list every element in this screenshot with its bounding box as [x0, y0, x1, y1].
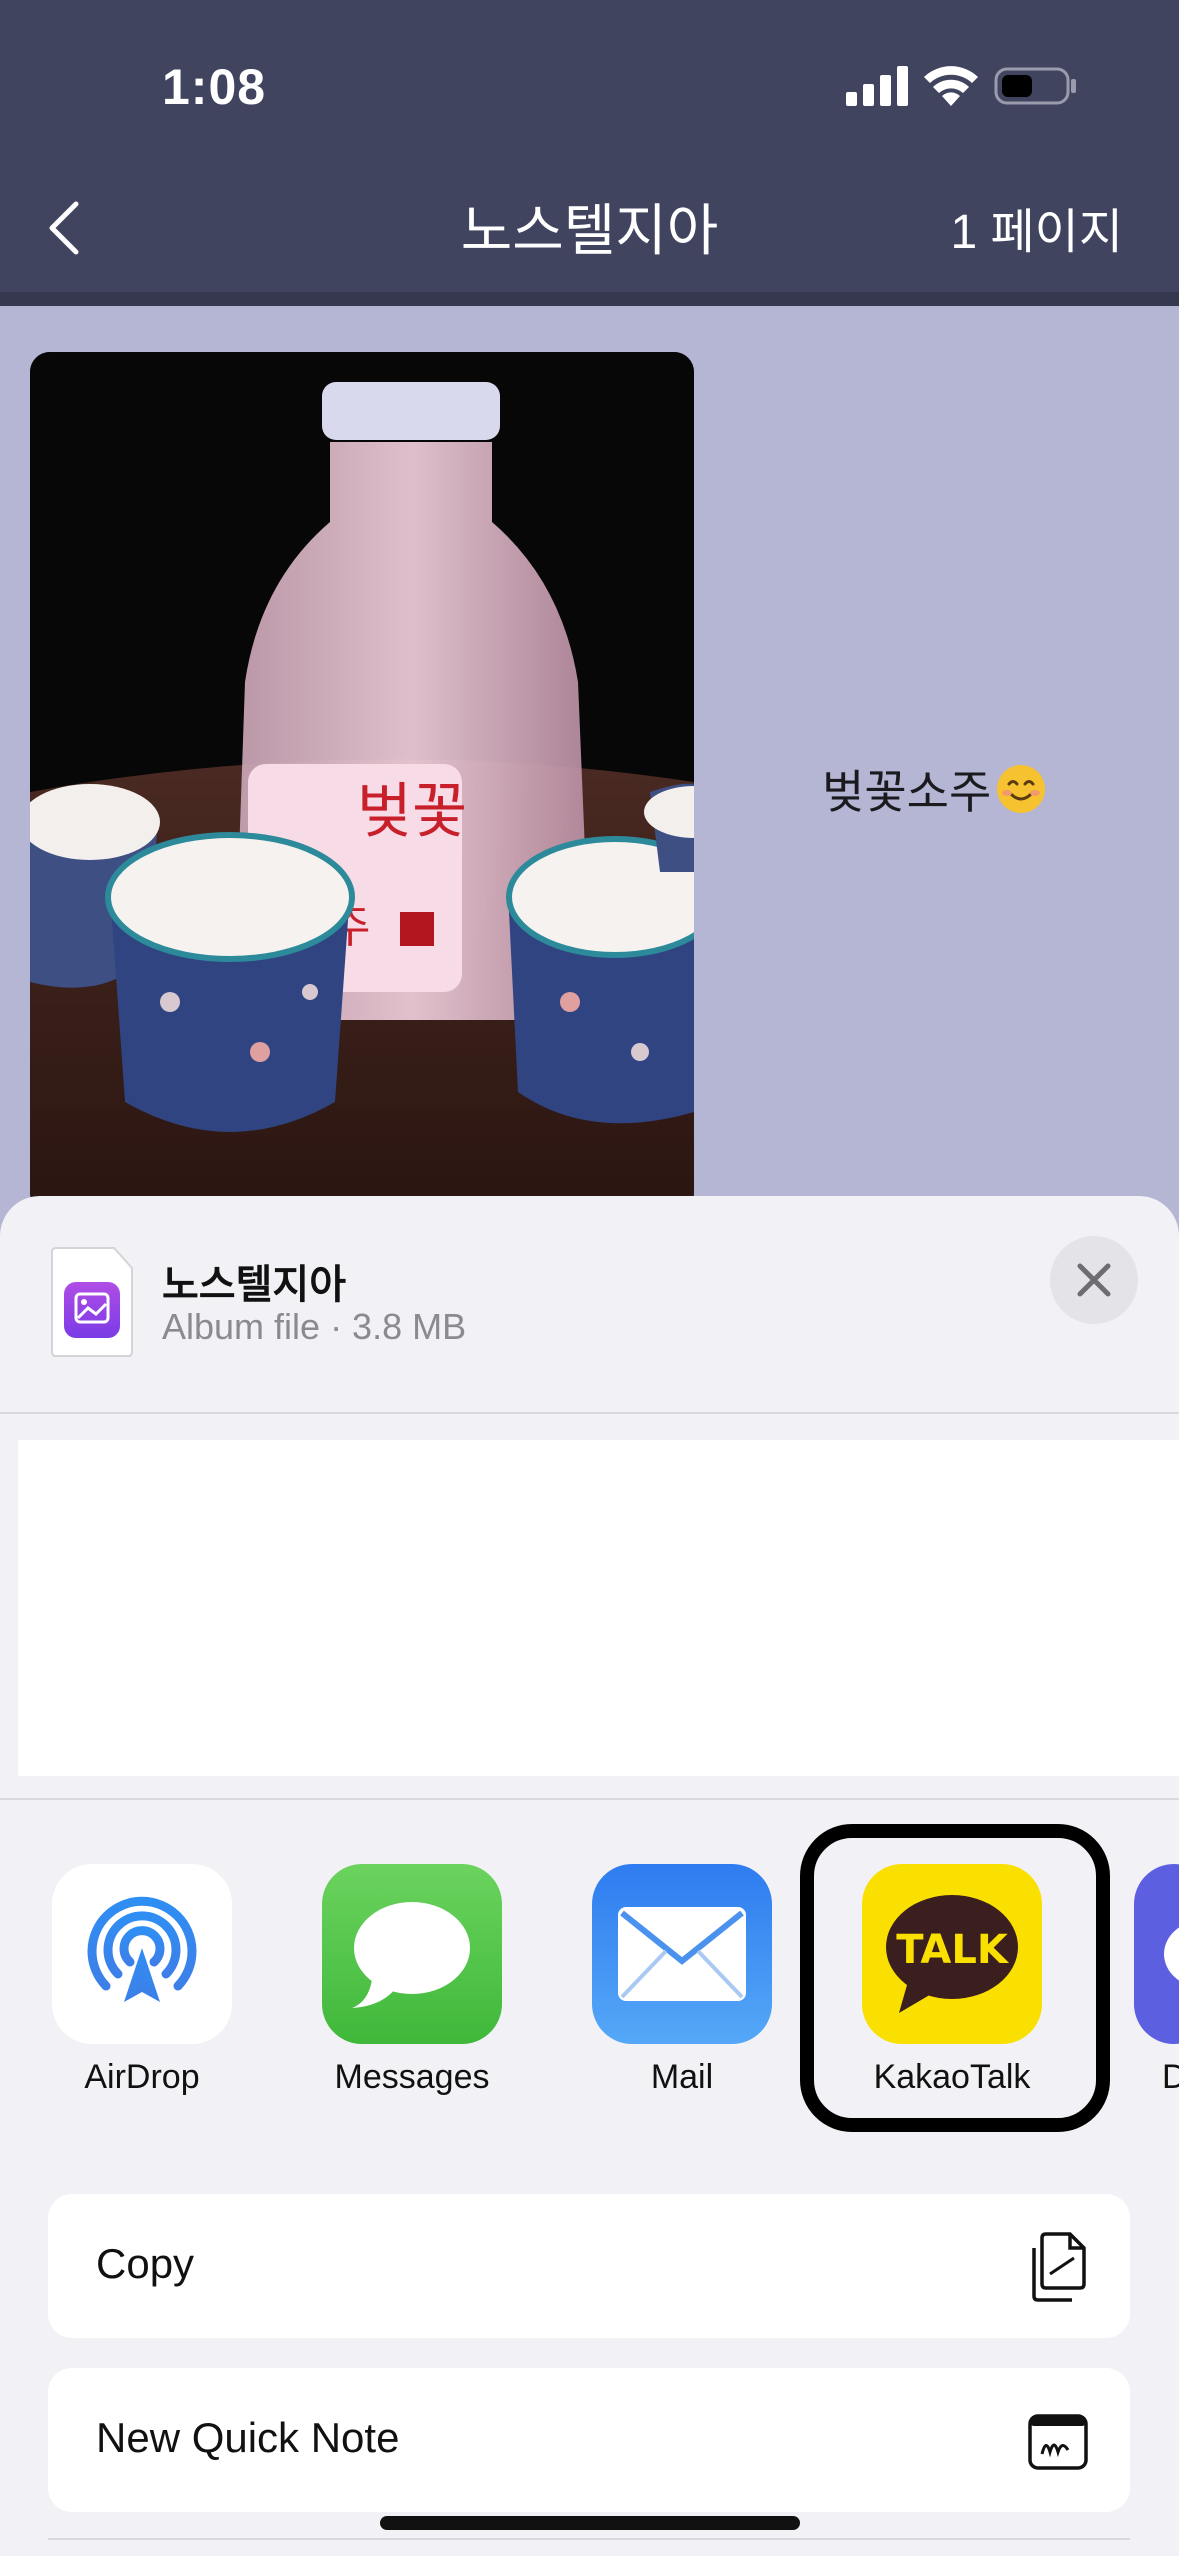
header-divider	[0, 1412, 1179, 1414]
cup-right	[506, 836, 694, 1124]
app-label: Messages	[334, 2058, 490, 2096]
mail-icon	[592, 1864, 772, 2044]
new-quick-note-action-row[interactable]: New Quick Note	[48, 2368, 1130, 2512]
close-icon	[1077, 1263, 1111, 1297]
page-indicator-button[interactable]: 1 페이지	[950, 192, 1123, 262]
wifi-icon	[924, 66, 978, 106]
copy-action-label: Copy	[96, 2240, 195, 2287]
cup-left-front	[105, 832, 355, 1132]
quick-note-icon	[1028, 2414, 1088, 2470]
shared-file-name: 노스텔지아	[162, 1263, 346, 1307]
share-app-messages[interactable]: Messages	[322, 1864, 502, 2097]
share-app-airdrop[interactable]: AirDrop	[52, 1864, 232, 2097]
app-label: Mail	[650, 2058, 714, 2096]
quick-note-action-label: New Quick Note	[96, 2414, 400, 2461]
airdrop-icon	[52, 1864, 232, 2044]
share-sheet: 노스텔지아 Album file · 3.8 MB AirDrop Messag…	[0, 1196, 1179, 2556]
home-indicator[interactable]	[380, 2516, 800, 2530]
cellular-signal-icon	[846, 66, 908, 106]
navigation-bar: 1:08 노스텔지아 1 페이지	[0, 0, 1179, 306]
share-sheet-header: 노스텔지아 Album file · 3.8 MB	[0, 1196, 1179, 1412]
shared-file-meta: Album file · 3.8 MB	[162, 1306, 467, 1347]
bottle-label-text: 벚꽃	[357, 777, 467, 847]
copy-action-row[interactable]: Copy	[48, 2194, 1130, 2338]
action-divider	[48, 2538, 1130, 2540]
nav-bar-divider	[0, 292, 1179, 306]
share-app-mail[interactable]: Mail	[592, 1864, 772, 2097]
kakaotalk-highlight-outline	[800, 1824, 1110, 2132]
partial-app-icon[interactable]	[1134, 1864, 1179, 2044]
caption-text: 벚꽃소주	[822, 766, 992, 818]
partial-app-label: D	[1162, 2058, 1179, 2096]
app-label: AirDrop	[84, 2058, 200, 2096]
status-time: 1:08	[162, 59, 267, 115]
copy-icon	[1032, 2232, 1086, 2302]
album-file-icon	[51, 1247, 133, 1357]
messages-icon	[322, 1864, 502, 2044]
soju-bottle-illustration: 벚꽃 소주	[30, 352, 694, 1212]
smiling-face-emoji-icon	[997, 765, 1046, 813]
close-button[interactable]	[1050, 1236, 1138, 1324]
preview-divider	[0, 1798, 1179, 1800]
battery-icon	[994, 67, 1076, 105]
album-photo[interactable]: 벚꽃 소주	[30, 352, 694, 1212]
photo-caption: 벚꽃소주	[822, 756, 1047, 822]
screen: 1:08 노스텔지아 1 페이지 벚꽃 벚꽃소주 노스텔지아 Album fil…	[0, 0, 1179, 2556]
share-preview-area	[18, 1440, 1179, 1776]
